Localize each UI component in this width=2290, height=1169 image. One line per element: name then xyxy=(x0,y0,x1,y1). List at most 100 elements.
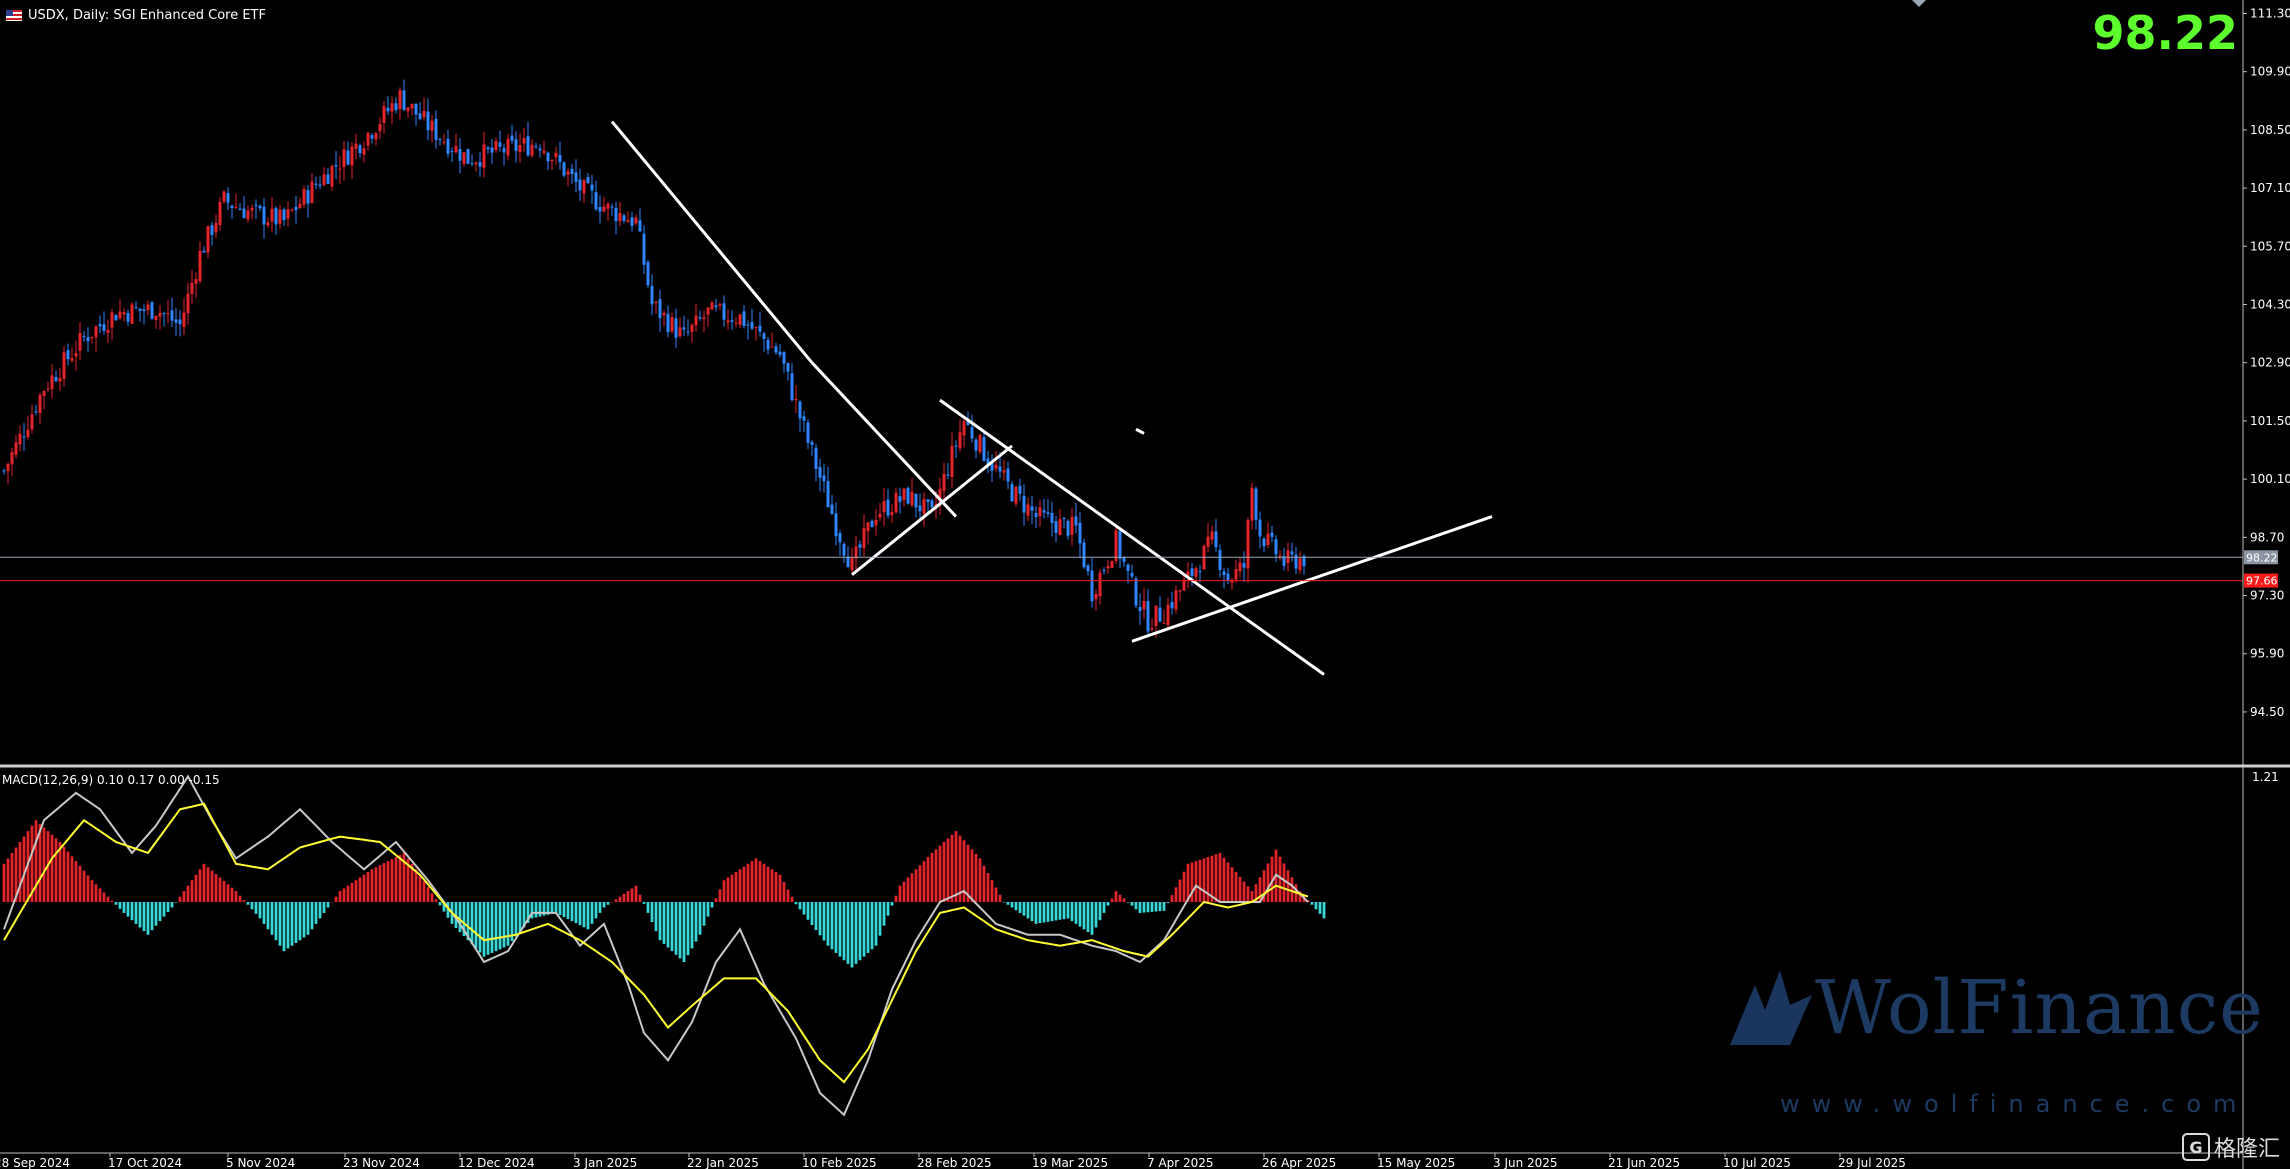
bull-candle xyxy=(1174,590,1178,610)
macd-bar-negative xyxy=(538,902,542,917)
bear-candle xyxy=(142,309,146,312)
x-tick-label: 29 Jul 2025 xyxy=(1838,1156,1906,1169)
bear-candle xyxy=(1214,531,1218,548)
macd-bar-negative xyxy=(1126,902,1130,903)
bear-candle xyxy=(810,441,814,445)
macd-bar-negative xyxy=(1046,902,1050,922)
bull-candle xyxy=(654,301,658,304)
bull-candle xyxy=(362,148,366,155)
macd-bar-negative xyxy=(702,902,706,926)
bear-candle xyxy=(1054,521,1058,533)
bull-candle xyxy=(78,332,82,351)
macd-bar-positive xyxy=(110,900,114,903)
bull-candle xyxy=(90,336,94,339)
bull-candle xyxy=(734,322,738,324)
macd-bar-positive xyxy=(974,853,978,903)
macd-bar-negative xyxy=(1162,902,1166,911)
macd-bar-negative xyxy=(1006,902,1010,905)
bear-candle xyxy=(1066,520,1070,536)
bear-candle xyxy=(1226,573,1230,581)
macd-bar-positive xyxy=(106,896,110,903)
bear-candle xyxy=(1122,557,1126,562)
bull-candle xyxy=(94,326,98,338)
macd-bar-positive xyxy=(194,874,198,903)
macd-bar-positive xyxy=(178,896,182,903)
bull-candle xyxy=(482,144,486,168)
chart-title: USDX, Daily: SGI Enhanced Core ETF xyxy=(6,6,266,24)
bull-candle xyxy=(554,152,558,158)
bear-candle xyxy=(1138,607,1142,611)
macd-bar-positive xyxy=(422,880,426,903)
y-tick-label: 95.90 xyxy=(2250,647,2284,661)
macd-bar-negative xyxy=(270,902,274,935)
bear-candle xyxy=(326,174,330,184)
macd-bar-negative xyxy=(1314,902,1318,910)
macd-bar-negative xyxy=(558,902,562,915)
macd-bar-positive xyxy=(394,857,398,903)
bear-candle xyxy=(66,350,70,360)
macd-bar-positive xyxy=(626,891,630,903)
bear-candle xyxy=(262,206,266,225)
candles xyxy=(2,79,1306,639)
bear-candle xyxy=(226,193,230,203)
bear-candle xyxy=(646,262,650,286)
macd-bar-positive xyxy=(610,902,614,903)
bear-candle xyxy=(590,184,594,191)
macd-bar-negative xyxy=(266,902,270,930)
bull-candle xyxy=(1178,590,1182,592)
macd-bar-negative xyxy=(698,902,702,935)
macd-bar-negative xyxy=(1090,902,1094,935)
macd-bar-positive xyxy=(902,881,906,903)
x-tick-label: 3 Jun 2025 xyxy=(1493,1156,1558,1169)
macd-bar-negative xyxy=(854,902,858,964)
macd-bar-negative xyxy=(554,902,558,913)
y-tick-label: 105.70 xyxy=(2250,239,2290,253)
macd-bar-positive xyxy=(934,849,938,903)
macd-bar-negative xyxy=(1154,902,1158,912)
bear-candle xyxy=(1078,522,1082,544)
macd-bar-negative xyxy=(674,902,678,955)
macd-bar-negative xyxy=(574,902,578,924)
bear-candle xyxy=(254,204,258,206)
bull-candle xyxy=(1250,487,1254,521)
level-lines: 98.22 97.66 xyxy=(0,550,2278,588)
bear-candle xyxy=(846,556,850,568)
macd-bar-positive xyxy=(6,858,10,903)
bull-candle xyxy=(506,138,510,156)
bear-candle xyxy=(778,351,782,355)
bull-candle xyxy=(266,222,270,226)
y-tick-label: 100.10 xyxy=(2250,472,2290,486)
bull-candle xyxy=(518,145,522,153)
macd-bar-positive xyxy=(1218,852,1222,903)
macd-bar-positive xyxy=(762,863,766,903)
bear-candle xyxy=(1046,512,1050,514)
bull-candle xyxy=(366,132,370,146)
macd-bar-positive xyxy=(774,872,778,903)
bull-candle xyxy=(710,302,714,310)
bear-candle xyxy=(954,445,958,447)
bull-candle xyxy=(442,141,446,143)
macd-bar-positive xyxy=(1290,877,1294,903)
bear-candle xyxy=(1270,532,1274,537)
bull-candle xyxy=(1238,562,1242,572)
bear-candle xyxy=(498,142,502,147)
bear-candle xyxy=(514,139,518,151)
gelonghui-logo-icon: G xyxy=(2181,1133,2210,1161)
bull-candle xyxy=(46,388,50,390)
bear-candle xyxy=(202,250,206,253)
macd-bar-negative xyxy=(158,902,162,922)
bear-candle xyxy=(802,416,806,421)
macd-bar-positive xyxy=(970,849,974,903)
macd-bar-negative xyxy=(1318,902,1322,914)
bear-candle xyxy=(782,352,786,364)
bear-candle xyxy=(714,305,718,308)
macd-bar-positive xyxy=(638,894,642,903)
bull-candle xyxy=(474,162,478,165)
bull-candle xyxy=(494,141,498,151)
macd-bar-negative xyxy=(1034,902,1038,924)
bull-candle xyxy=(290,209,294,211)
trendline xyxy=(939,398,1325,676)
bear-candle xyxy=(898,496,902,502)
macd-bar-positive xyxy=(350,882,354,903)
bull-candle xyxy=(270,208,274,222)
